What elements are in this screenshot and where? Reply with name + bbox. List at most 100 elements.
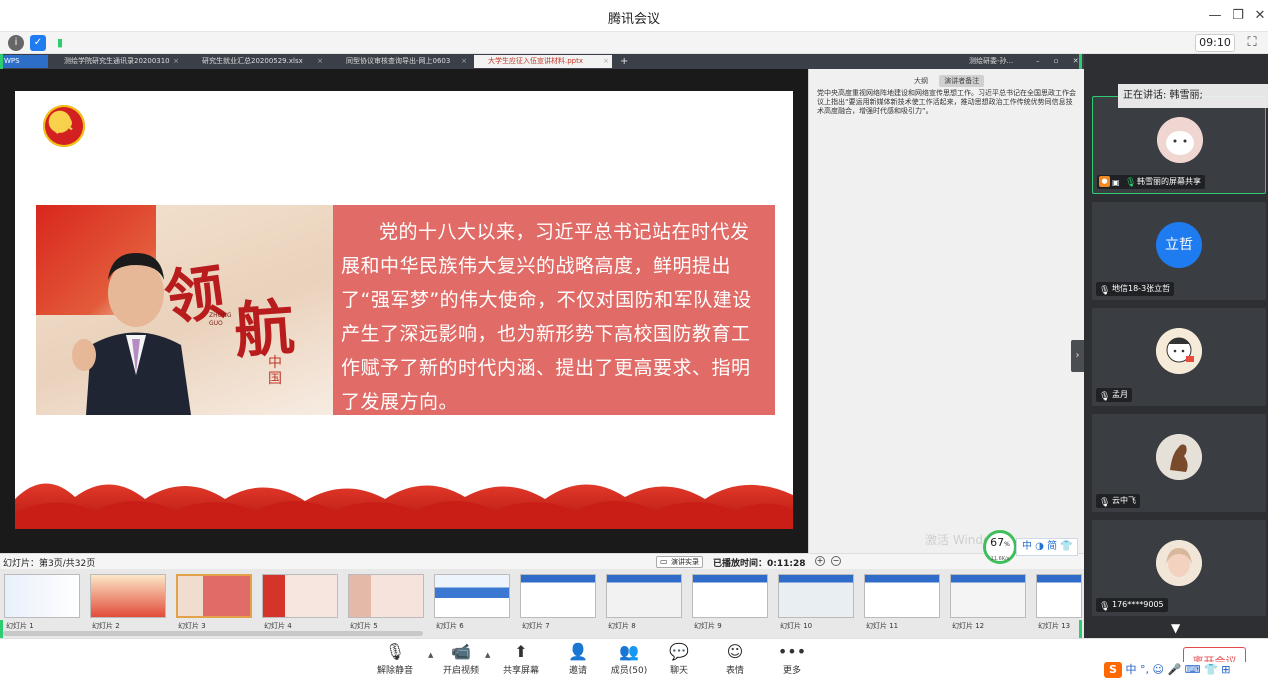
wps-tab-doc[interactable]: 研究生就业汇总20200529.xlsx × (188, 55, 326, 68)
title-bar: 腾讯会议 — ❐ ✕ (0, 0, 1268, 32)
thumbnail-label: 幻灯片 9 (694, 622, 722, 630)
slide-thumbnail[interactable] (1036, 574, 1082, 618)
decorative-waves (15, 483, 793, 529)
chat-button[interactable]: 💬 聊天 (654, 642, 704, 676)
share-screen-button[interactable]: ⬆ 共享屏幕 (496, 642, 546, 676)
slide-thumbnail[interactable] (176, 574, 252, 618)
participant-tile[interactable]: 立哲 🎙 地信18-3张立哲 (1092, 202, 1266, 300)
thumbnail-label: 幻灯片 12 (952, 622, 985, 630)
slide-body-text: 党的十八大以来，习近平总书记站在时代发展和中华民族伟大复兴的战略高度，鲜明提出了… (341, 221, 752, 413)
speaker-notes-text: 党中央高度重视网络阵地建设和网络宣传思想工作。习近平总书记在全国思政工作会议上指… (817, 89, 1076, 115)
slide-thumbnail[interactable] (262, 574, 338, 618)
party-emblem-icon: ☭ (43, 105, 85, 147)
thumbnail-strip: 幻灯片 1 幻灯片 2 幻灯片 3 幻灯片 4 幻灯片 5 幻灯片 6 幻灯片 … (0, 569, 1084, 638)
slide-thumbnail[interactable] (778, 574, 854, 618)
thumbnail-label: 幻灯片 10 (780, 622, 813, 630)
signal-icon[interactable]: ▮ (52, 35, 68, 51)
thumbnail-label: 幻灯片 11 (866, 622, 899, 630)
wps-tab-active-doc[interactable]: 大学生应征入伍宣讲材料.pptx × (474, 55, 612, 68)
participant-tile[interactable]: ● ▣ 🎙 韩雪丽的屏幕共享 (1092, 96, 1266, 194)
emoji-icon: ☺ (726, 642, 744, 661)
sogou-icon: S (1104, 662, 1122, 678)
participant-tile[interactable]: 🎙 云中飞 (1092, 414, 1266, 512)
host-icon: ● (1099, 176, 1110, 187)
slide-thumbnail[interactable] (864, 574, 940, 618)
notes-tabs: 大纲 演讲者备注 (909, 75, 988, 87)
participant-tile[interactable]: 🎙 孟月 (1092, 308, 1266, 406)
slide-thumbnail[interactable] (4, 574, 80, 618)
invite-button[interactable]: 👤 邀请 (553, 642, 603, 676)
video-off-icon: 📹 (451, 642, 471, 661)
input-method-bar[interactable]: 中 ◑ 简 👕 (1016, 538, 1078, 556)
meeting-toolbar: 🎙 解除静音 ▲ 📹 开启视频 ▲ ⬆ 共享屏幕 👤 邀请 👥 成员(50) 💬… (0, 638, 1268, 679)
more-icon: ••• (777, 642, 807, 661)
slide-thumbnail[interactable] (692, 574, 768, 618)
meeting-clock: 09:10 (1195, 34, 1235, 52)
mic-muted-icon: 🎙 (384, 642, 406, 661)
thumbnail-scrollbar[interactable] (3, 631, 423, 636)
members-button[interactable]: 👥 成员(50) (604, 642, 654, 676)
avatar (1157, 117, 1203, 163)
avatar (1156, 328, 1202, 374)
slide-thumbnail[interactable] (520, 574, 596, 618)
record-icon: ▭ (660, 557, 668, 566)
slide-thumbnail[interactable] (606, 574, 682, 618)
participant-name-tag: ● ▣ 🎙 韩雪丽的屏幕共享 (1097, 175, 1205, 189)
zoom-out-icon[interactable]: − (831, 556, 841, 566)
wps-tab-doc[interactable]: 同型协议审核查询导出-网上0603 × (332, 55, 470, 68)
wps-tab-bar: WPS 测绘学院研究生通讯录20200310 × 研究生就业汇总20200529.… (0, 54, 1084, 69)
fullscreen-icon[interactable]: ⛶ (1242, 33, 1262, 53)
meeting-info-bar: i ✓ ▮ 09:10 ⛶ (0, 32, 1268, 54)
slide-thumbnail[interactable] (950, 574, 1026, 618)
thumbnail-label: 幻灯片 13 (1038, 622, 1071, 630)
participant-name-tag: 🎙 地信18-3张立哲 (1096, 282, 1175, 296)
china-label: 中国 (268, 355, 282, 387)
speech-record-button[interactable]: ▭ 演讲实录 (656, 556, 703, 568)
add-user-icon: 👤 (568, 642, 588, 661)
avatar (1156, 540, 1202, 586)
tab-outline[interactable]: 大纲 (909, 75, 933, 87)
chat-icon: 💬 (669, 642, 689, 661)
participant-panel: ● ▣ 🎙 韩雪丽的屏幕共享 立哲 🎙 地信18-3张立哲 🎙 孟月 🎙 云中飞 🎙 1… (1084, 54, 1268, 638)
slide-view: ☭ 领 航 ZHONG GUO 中国 党的十八大以来，习近平总书记站在时代发展和… (0, 69, 808, 553)
scroll-down-icon[interactable]: ▼ (1171, 621, 1180, 635)
shield-icon[interactable]: ✓ (30, 35, 46, 51)
share-screen-icon: ⬆ (514, 642, 528, 661)
members-icon: 👥 (619, 642, 639, 661)
minimize-icon[interactable]: — (1205, 6, 1225, 26)
speaking-indicator: 正在讲话: 韩雪丽; (1118, 84, 1268, 108)
played-time: 已播放时间：0:11:28 (713, 559, 806, 569)
pinyin-label: ZHONG GUO (209, 312, 232, 327)
info-icon[interactable]: i (8, 35, 24, 51)
unmute-button[interactable]: 🎙 解除静音 (370, 642, 420, 676)
zoom-in-icon[interactable]: + (815, 556, 825, 566)
slide-status-bar: 幻灯片：第3页/共32页 ▭ 演讲实录 已播放时间：0:11:28 + − (0, 553, 1084, 569)
collapse-panel-button[interactable]: › (1071, 340, 1084, 372)
wps-window-controls[interactable]: – ▫ ✕ (1036, 55, 1082, 68)
start-video-button[interactable]: 📹 开启视频 (436, 642, 486, 676)
new-tab-icon[interactable]: + (616, 55, 632, 68)
close-icon[interactable]: ✕ (1250, 6, 1268, 26)
slide-thumbnail[interactable] (90, 574, 166, 618)
participant-tile[interactable]: 🎙 176****9005 (1092, 520, 1266, 616)
restore-icon[interactable]: ❐ (1228, 6, 1248, 26)
network-speed-badge: 67% 11.6K/s (983, 530, 1017, 564)
avatar: 立哲 (1156, 222, 1202, 268)
wps-tab-home[interactable]: WPS (0, 55, 48, 68)
slide-thumbnail[interactable] (434, 574, 510, 618)
presentation-slide: ☭ 领 航 ZHONG GUO 中国 党的十八大以来，习近平总书记站在时代发展和… (15, 91, 793, 529)
ime-tray[interactable]: S 中 °, ☺ 🎤 ⌨ 👕 ⊞ (1104, 662, 1268, 679)
wps-tab-doc[interactable]: 测绘学院研究生通讯录20200310 × (50, 55, 182, 68)
window-title: 腾讯会议 (607, 12, 660, 27)
tab-speaker-notes[interactable]: 演讲者备注 (939, 75, 985, 87)
audio-options-chevron-icon[interactable]: ▲ (428, 651, 433, 659)
wps-account-tab[interactable]: 测绘研委-孙... (955, 55, 1015, 68)
slide-textbox: 党的十八大以来，习近平总书记站在时代发展和中华民族伟大复兴的战略高度，鲜明提出了… (333, 205, 775, 415)
thumbnail-label: 幻灯片 4 (264, 622, 292, 630)
screen-share-icon: ▣ (1112, 178, 1120, 187)
more-button[interactable]: ••• 更多 (767, 642, 817, 676)
reaction-button[interactable]: ☺ 表情 (710, 642, 760, 676)
video-options-chevron-icon[interactable]: ▲ (485, 651, 490, 659)
participant-name-tag: 🎙 176****9005 (1096, 598, 1168, 612)
slide-thumbnail[interactable] (348, 574, 424, 618)
